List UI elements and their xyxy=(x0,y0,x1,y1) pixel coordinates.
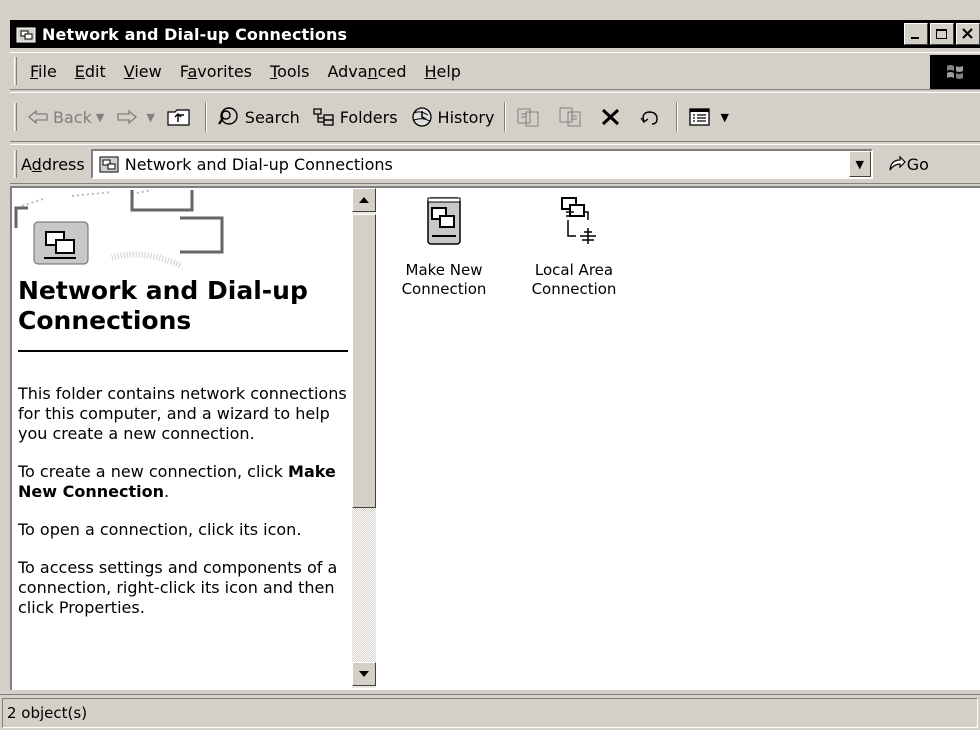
delete-button[interactable] xyxy=(594,97,632,137)
back-arrow-icon xyxy=(28,109,48,125)
search-label: Search xyxy=(244,107,300,127)
explorer-window: Network and Dial-up Connections File Edi… xyxy=(0,0,980,730)
title-bar[interactable]: Network and Dial-up Connections xyxy=(10,20,980,48)
menu-help[interactable]: Help xyxy=(415,62,469,81)
pane-paragraph: This folder contains network connections… xyxy=(18,384,347,443)
item-label: Local Area xyxy=(534,261,614,279)
history-label: History xyxy=(437,107,495,127)
item-label: Connection xyxy=(531,280,617,298)
views-icon xyxy=(689,108,711,126)
folder-up-icon xyxy=(167,109,190,126)
copy-to-icon xyxy=(559,107,581,127)
go-arrow-icon xyxy=(889,155,906,171)
folders-tree-icon xyxy=(313,108,334,126)
menu-tools[interactable]: Tools xyxy=(261,62,318,81)
scroll-down-icon xyxy=(359,671,369,677)
standard-toolbar: Back ▼ ▼ Search Folders History ▼ xyxy=(10,92,980,142)
network-folder-icon xyxy=(99,156,119,173)
scroll-up-button[interactable] xyxy=(352,188,376,212)
folder-view: Network and Dial-up Connections This fol… xyxy=(10,186,980,690)
item-label: Connection xyxy=(401,280,487,298)
forward-button[interactable]: ▼ xyxy=(110,97,160,137)
address-label: Address xyxy=(21,154,85,174)
back-button[interactable]: Back ▼ xyxy=(21,97,110,137)
copy-to-button[interactable] xyxy=(552,97,594,137)
pane-divider xyxy=(18,350,348,352)
address-bar: Address Network and Dial-up Connections … xyxy=(10,144,980,184)
search-icon xyxy=(217,107,238,125)
maximize-icon xyxy=(936,29,947,39)
forward-arrow-icon xyxy=(117,109,138,125)
chevron-down-icon: ▼ xyxy=(855,157,864,171)
menu-file[interactable]: File xyxy=(21,62,66,81)
menu-advanced[interactable]: Advanced xyxy=(318,62,415,81)
move-to-button[interactable] xyxy=(510,97,552,137)
pane-title: Network and Dial-up Connections xyxy=(18,276,308,335)
history-icon xyxy=(411,107,432,127)
pane-paragraph: To open a connection, click its icon. xyxy=(18,520,302,539)
menu-favorites[interactable]: Favorites xyxy=(171,62,261,81)
views-button[interactable]: ▼ xyxy=(682,97,734,137)
go-button[interactable]: Go xyxy=(887,155,929,174)
pane-description: This folder contains network connections… xyxy=(18,384,352,636)
history-button[interactable]: History xyxy=(404,97,501,137)
menu-edit[interactable]: Edit xyxy=(66,62,115,81)
undo-icon xyxy=(640,111,659,125)
item-label: Make New xyxy=(405,261,483,279)
minimize-button[interactable] xyxy=(904,23,928,45)
close-button[interactable] xyxy=(956,23,980,45)
scroll-thumb[interactable] xyxy=(352,214,376,508)
move-to-icon xyxy=(517,108,539,127)
search-button[interactable]: Search xyxy=(211,97,306,137)
status-text: 2 object(s) xyxy=(2,697,978,728)
menubar-grip[interactable] xyxy=(14,57,17,85)
windows-logo-throbber xyxy=(930,55,980,89)
scroll-up-icon xyxy=(359,197,369,203)
views-dropdown-icon[interactable]: ▼ xyxy=(720,111,728,124)
web-view-pane: Network and Dial-up Connections This fol… xyxy=(12,188,358,688)
pane-paragraph: To create a new connection, click Make N… xyxy=(18,462,336,501)
back-dropdown-icon[interactable]: ▼ xyxy=(96,111,104,124)
menu-view[interactable]: View xyxy=(115,62,171,81)
window-title: Network and Dial-up Connections xyxy=(42,24,348,44)
folders-button[interactable]: Folders xyxy=(306,97,404,137)
status-bar: 2 object(s) xyxy=(0,694,980,730)
network-folder-icon xyxy=(16,27,36,43)
toolbar-grip[interactable] xyxy=(14,103,17,131)
address-field[interactable]: Network and Dial-up Connections ▼ xyxy=(90,149,873,179)
scroll-down-button[interactable] xyxy=(352,662,376,686)
back-label: Back xyxy=(53,107,92,127)
local-area-connection-item[interactable]: Local Area Connection xyxy=(514,196,634,299)
undo-button[interactable] xyxy=(632,97,672,137)
toolbar-separator xyxy=(504,102,507,132)
addressbar-grip[interactable] xyxy=(14,150,17,178)
windows-flag-icon xyxy=(947,65,963,79)
go-label: Go xyxy=(906,154,929,174)
maximize-button[interactable] xyxy=(930,23,954,45)
address-dropdown-button[interactable]: ▼ xyxy=(848,151,871,177)
address-value: Network and Dial-up Connections xyxy=(124,154,393,174)
minimize-icon xyxy=(911,37,919,39)
network-banner-graphic xyxy=(14,189,224,268)
up-button[interactable] xyxy=(161,97,201,137)
pane-paragraph: To access settings and components of a c… xyxy=(18,558,338,617)
pane-scrollbar[interactable] xyxy=(352,188,376,688)
forward-dropdown-icon[interactable]: ▼ xyxy=(146,111,154,124)
folders-label: Folders xyxy=(339,107,398,127)
toolbar-separator xyxy=(204,102,207,132)
menu-bar: File Edit View Favorites Tools Advanced … xyxy=(10,52,980,90)
local-area-connection-icon xyxy=(561,197,596,244)
toolbar-separator xyxy=(676,102,679,132)
delete-x-icon xyxy=(602,108,620,126)
make-new-connection-icon xyxy=(427,197,461,245)
close-icon xyxy=(962,28,973,39)
make-new-connection-item[interactable]: Make New Connection xyxy=(384,196,504,299)
